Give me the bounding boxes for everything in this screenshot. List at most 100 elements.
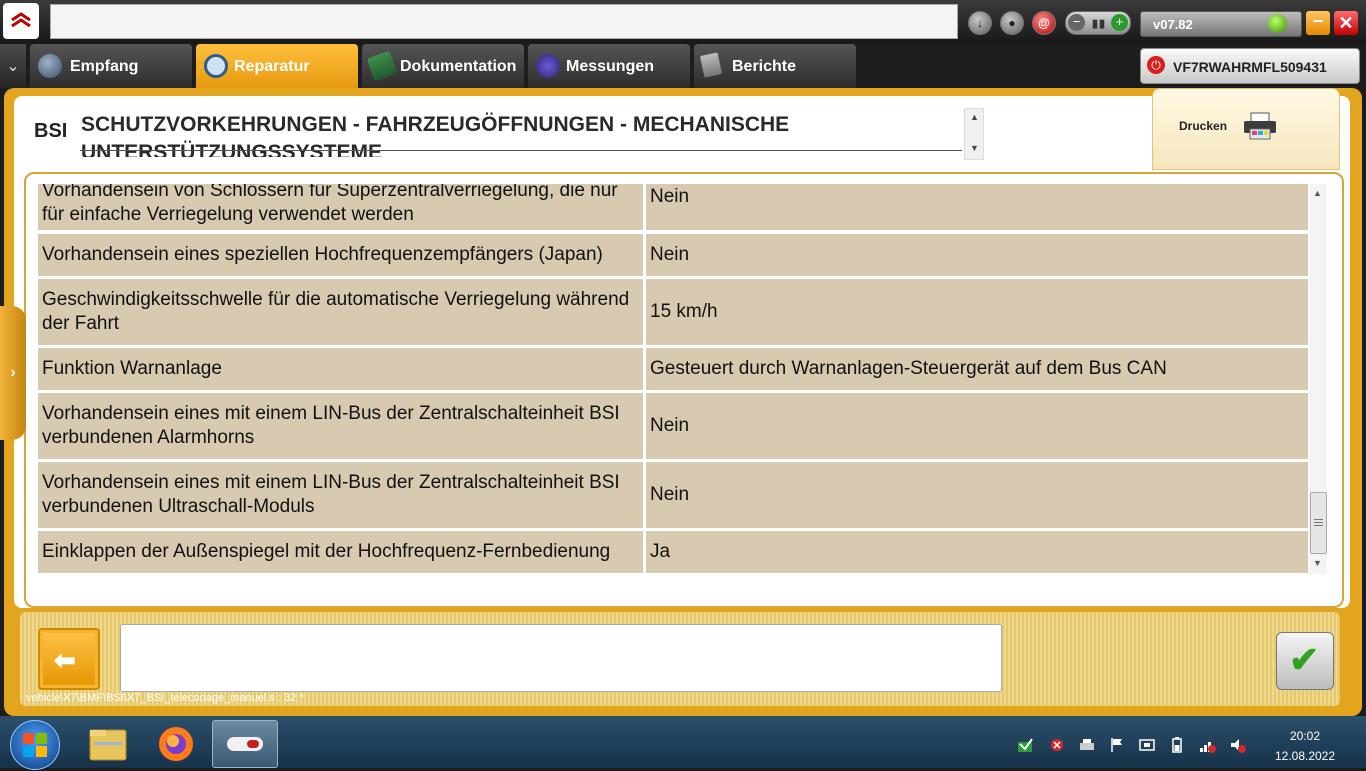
vin-button[interactable]: ⏻ VF7RWAHRMFL509431 <box>1140 48 1360 84</box>
param-value: Nein <box>650 415 690 436</box>
param-name-cell: Vorhandensein von Schlössern für Superze… <box>38 184 643 230</box>
param-value: Ja <box>650 541 671 562</box>
volume-control[interactable]: − ▮▮ + <box>1065 11 1131 35</box>
list-item[interactable]: Vorhandensein von Schlössern für Superze… <box>38 184 1308 230</box>
scroll-down-icon[interactable]: ▼ <box>1313 558 1322 568</box>
tab-label: Berichte <box>732 58 797 75</box>
book-icon <box>366 50 398 82</box>
tab-label: Empfang <box>70 58 139 75</box>
param-value: Gesteuert durch Warnanlagen-Steuergerät … <box>650 358 1167 379</box>
firefox-icon[interactable] <box>148 722 204 766</box>
param-value-cell: 15 km/h <box>646 279 1308 345</box>
version-label: v07.82 <box>1153 17 1193 32</box>
display-tray-icon[interactable] <box>1138 736 1156 754</box>
version-badge: v07.82 <box>1140 11 1302 37</box>
print-button[interactable]: Drucken <box>1152 88 1340 170</box>
param-value: Nein <box>650 244 690 265</box>
list-item[interactable]: Einklappen der Außenspiegel mit der Hoch… <box>38 531 1308 573</box>
diagnostic-app-taskbar-button[interactable] <box>212 720 278 768</box>
tab-reparatur[interactable]: Reparatur <box>196 44 358 88</box>
param-value-cell: Nein <box>646 462 1308 528</box>
chevron-right-icon: › <box>10 364 16 381</box>
citroen-logo <box>3 3 39 39</box>
sync-tray-icon[interactable] <box>1016 736 1034 754</box>
list-item[interactable]: Funktion Warnanlage Gesteuert durch Warn… <box>38 348 1308 390</box>
app-icon <box>227 737 263 751</box>
print-label: Drucken <box>1179 119 1228 133</box>
windows-taskbar <box>0 716 1366 768</box>
list-item[interactable]: Vorhandensein eines mit einem LIN-Bus de… <box>38 462 1308 528</box>
tab-label: Dokumentation <box>400 58 517 75</box>
list-scrollbar[interactable]: ▲ ▼ <box>1309 184 1327 574</box>
tab-label: Reparatur <box>234 58 310 75</box>
param-name-cell: Geschwindigkeitsschwelle für die automat… <box>38 279 643 345</box>
error-tray-icon[interactable] <box>1048 736 1066 754</box>
vin-label: VF7RWAHRMFL509431 <box>1173 59 1327 75</box>
tab-messungen[interactable]: Messungen <box>528 44 690 88</box>
param-value: Nein <box>650 484 690 505</box>
ecu-label: BSI <box>34 120 68 142</box>
tab-bar: ⌄ Empfang Reparatur Dokumentation Messun… <box>0 44 1366 88</box>
printer-icon <box>1244 112 1276 140</box>
list-item[interactable]: Vorhandensein eines mit einem LIN-Bus de… <box>38 393 1308 459</box>
tab-label: Messungen <box>566 58 655 75</box>
list-item[interactable]: Vorhandensein eines speziellen Hochfrequ… <box>38 234 1308 276</box>
network-tray-icon[interactable] <box>1198 736 1216 754</box>
minimize-button[interactable]: − <box>1306 11 1330 35</box>
param-name-cell: Einklappen der Außenspiegel mit der Hoch… <box>38 531 643 573</box>
checkmark-icon: ✔ <box>1289 639 1320 680</box>
volume-up-icon[interactable]: + <box>1111 14 1128 31</box>
confirm-button[interactable]: ✔ <box>1276 632 1334 690</box>
tab-empfang[interactable]: Empfang <box>30 44 192 88</box>
flag-tray-icon[interactable] <box>1108 736 1126 754</box>
waveform-icon <box>536 54 560 78</box>
param-value-cell: Nein <box>646 184 1308 230</box>
param-value-cell: Ja <box>646 531 1308 573</box>
scrollbar-thumb[interactable] <box>1310 492 1327 554</box>
side-panel-toggle[interactable]: › <box>0 306 26 440</box>
title-divider <box>80 150 962 151</box>
status-led-icon <box>1268 14 1287 33</box>
printer-tray-icon[interactable] <box>1078 736 1096 754</box>
download-icon[interactable]: ↓ <box>968 11 992 35</box>
parameter-list[interactable]: Vorhandensein von Schlössern für Superze… <box>38 184 1308 574</box>
param-value-cell: Gesteuert durch Warnanlagen-Steuergerät … <box>646 348 1308 390</box>
param-name: Funktion Warnanlage <box>42 358 222 379</box>
address-field[interactable] <box>50 4 958 39</box>
volume-level-icon: ▮▮ <box>1092 18 1107 30</box>
speaker-tray-icon[interactable] <box>1228 736 1246 754</box>
battery-tray-icon[interactable] <box>1168 736 1186 754</box>
param-value: Nein <box>650 185 690 207</box>
close-button[interactable]: ✕ <box>1334 11 1358 35</box>
param-name: Vorhandensein von Schlössern für Superze… <box>42 184 618 225</box>
param-name-cell: Vorhandensein eines mit einem LIN-Bus de… <box>38 393 643 459</box>
list-item[interactable]: Geschwindigkeitsschwelle für die automat… <box>38 279 1308 345</box>
tab-dokumentation[interactable]: Dokumentation <box>362 44 524 88</box>
windows-logo-icon <box>23 733 47 757</box>
system-clock[interactable]: 20:02 12.08.2022 <box>1262 726 1348 766</box>
file-explorer-icon[interactable] <box>80 722 136 766</box>
chevron-down-icon[interactable]: ⌄ <box>0 44 26 88</box>
document-icon <box>699 52 723 78</box>
scroll-down-icon[interactable]: ▼ <box>970 143 979 153</box>
message-box <box>120 624 1002 692</box>
param-name: Geschwindigkeitsschwelle für die automat… <box>42 289 630 334</box>
arrow-left-icon: ⬅ <box>54 645 76 675</box>
user-icon[interactable]: ● <box>1000 11 1024 35</box>
scroll-up-icon[interactable]: ▲ <box>970 112 979 122</box>
param-name: Einklappen der Außenspiegel mit der Hoch… <box>42 541 611 562</box>
tab-berichte[interactable]: Berichte <box>694 44 856 88</box>
start-button[interactable] <box>10 720 60 770</box>
param-value: 15 km/h <box>650 301 718 322</box>
param-name: Vorhandensein eines mit einem LIN-Bus de… <box>42 403 620 448</box>
magnifier-icon <box>204 54 228 78</box>
email-icon[interactable]: @ <box>1032 11 1056 35</box>
back-button[interactable]: ⬅ <box>38 628 100 690</box>
script-path: vehicle\X7\BMF\BSI\X7_BSI_telecodage_man… <box>26 692 304 704</box>
globe-icon <box>38 54 62 78</box>
volume-down-icon[interactable]: − <box>1068 14 1085 31</box>
scroll-up-icon[interactable]: ▲ <box>1313 188 1322 198</box>
title-scrollbar[interactable]: ▲ ▼ <box>964 108 984 160</box>
param-value-cell: Nein <box>646 234 1308 276</box>
power-icon: ⏻ <box>1147 56 1165 74</box>
